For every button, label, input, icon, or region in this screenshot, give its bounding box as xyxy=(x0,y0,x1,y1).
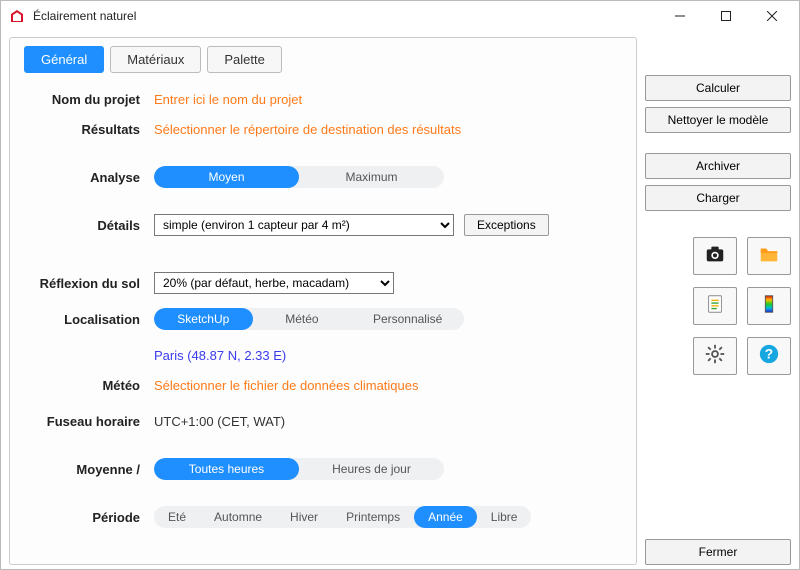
close-dialog-button[interactable]: Fermer xyxy=(645,539,791,565)
snapshot-button[interactable] xyxy=(693,237,737,275)
label-results: Résultats xyxy=(24,122,154,137)
report-button[interactable] xyxy=(693,287,737,325)
period-winter[interactable]: Hiver xyxy=(276,506,332,528)
load-button[interactable]: Charger xyxy=(645,185,791,211)
weather-file-input[interactable]: Sélectionner le fichier de données clima… xyxy=(154,378,419,393)
archive-button[interactable]: Archiver xyxy=(645,153,791,179)
label-details: Détails xyxy=(24,218,154,233)
period-autumn[interactable]: Automne xyxy=(200,506,276,528)
document-icon xyxy=(704,293,726,320)
window-title: Éclairement naturel xyxy=(33,9,136,23)
gear-icon xyxy=(704,343,726,370)
help-button[interactable]: ? xyxy=(747,337,791,375)
loc-meteo[interactable]: Météo xyxy=(253,308,352,330)
period-year[interactable]: Année xyxy=(414,506,477,528)
loc-custom[interactable]: Personnalisé xyxy=(351,308,464,330)
period-summer[interactable]: Eté xyxy=(154,506,200,528)
avg-all-hours[interactable]: Toutes heures xyxy=(154,458,299,480)
label-weather: Météo xyxy=(24,378,154,393)
tab-general[interactable]: Général xyxy=(24,46,104,73)
average-toggle: Toutes heures Heures de jour xyxy=(154,458,444,480)
app-icon xyxy=(9,8,25,24)
settings-button[interactable] xyxy=(693,337,737,375)
open-folder-button[interactable] xyxy=(747,237,791,275)
app-window: Éclairement naturel Général Matériaux Pa… xyxy=(0,0,800,570)
tab-palette[interactable]: Palette xyxy=(207,46,281,73)
period-spring[interactable]: Printemps xyxy=(332,506,414,528)
period-free[interactable]: Libre xyxy=(477,506,532,528)
minimize-button[interactable] xyxy=(657,2,703,31)
analysis-max[interactable]: Maximum xyxy=(299,166,444,188)
avg-day-hours[interactable]: Heures de jour xyxy=(299,458,444,480)
location-value: Paris (48.87 N, 2.33 E) xyxy=(154,348,286,363)
label-project-name: Nom du projet xyxy=(24,92,154,107)
analysis-avg[interactable]: Moyen xyxy=(154,166,299,188)
label-average: Moyenne / xyxy=(24,462,154,477)
results-path-input[interactable]: Sélectionner le répertoire de destinatio… xyxy=(154,122,461,137)
analysis-toggle: Moyen Maximum xyxy=(154,166,444,188)
label-ground-refl: Réflexion du sol xyxy=(24,276,154,291)
project-name-input[interactable]: Entrer ici le nom du projet xyxy=(154,92,302,107)
localisation-toggle: SketchUp Météo Personnalisé xyxy=(154,308,464,330)
main-panel: Général Matériaux Palette Nom du projet … xyxy=(9,37,637,565)
label-analysis: Analyse xyxy=(24,170,154,185)
loc-sketchup[interactable]: SketchUp xyxy=(154,308,253,330)
label-timezone: Fuseau horaire xyxy=(24,414,154,429)
ground-reflection-select[interactable]: 20% (par défaut, herbe, macadam) xyxy=(154,272,394,294)
label-localisation: Localisation xyxy=(24,312,154,327)
timezone-value: UTC+1:00 (CET, WAT) xyxy=(154,414,285,429)
titlebar: Éclairement naturel xyxy=(1,1,799,31)
clean-model-button[interactable]: Nettoyer le modèle xyxy=(645,107,791,133)
tabs: Général Matériaux Palette xyxy=(24,46,622,73)
exceptions-button[interactable]: Exceptions xyxy=(464,214,549,236)
gradient-icon xyxy=(758,293,780,320)
tab-materials[interactable]: Matériaux xyxy=(110,46,201,73)
close-button[interactable] xyxy=(749,2,795,31)
folder-icon xyxy=(758,243,780,270)
side-panel: Calculer Nettoyer le modèle Archiver Cha… xyxy=(645,37,791,565)
help-icon: ? xyxy=(758,343,780,370)
period-toggle: Eté Automne Hiver Printemps Année Libre xyxy=(154,506,531,528)
details-select[interactable]: simple (environ 1 capteur par 4 m²) xyxy=(154,214,454,236)
label-period: Période xyxy=(24,510,154,525)
maximize-button[interactable] xyxy=(703,2,749,31)
calculate-button[interactable]: Calculer xyxy=(645,75,791,101)
camera-icon xyxy=(704,243,726,270)
color-scale-button[interactable] xyxy=(747,287,791,325)
svg-text:?: ? xyxy=(765,346,773,361)
